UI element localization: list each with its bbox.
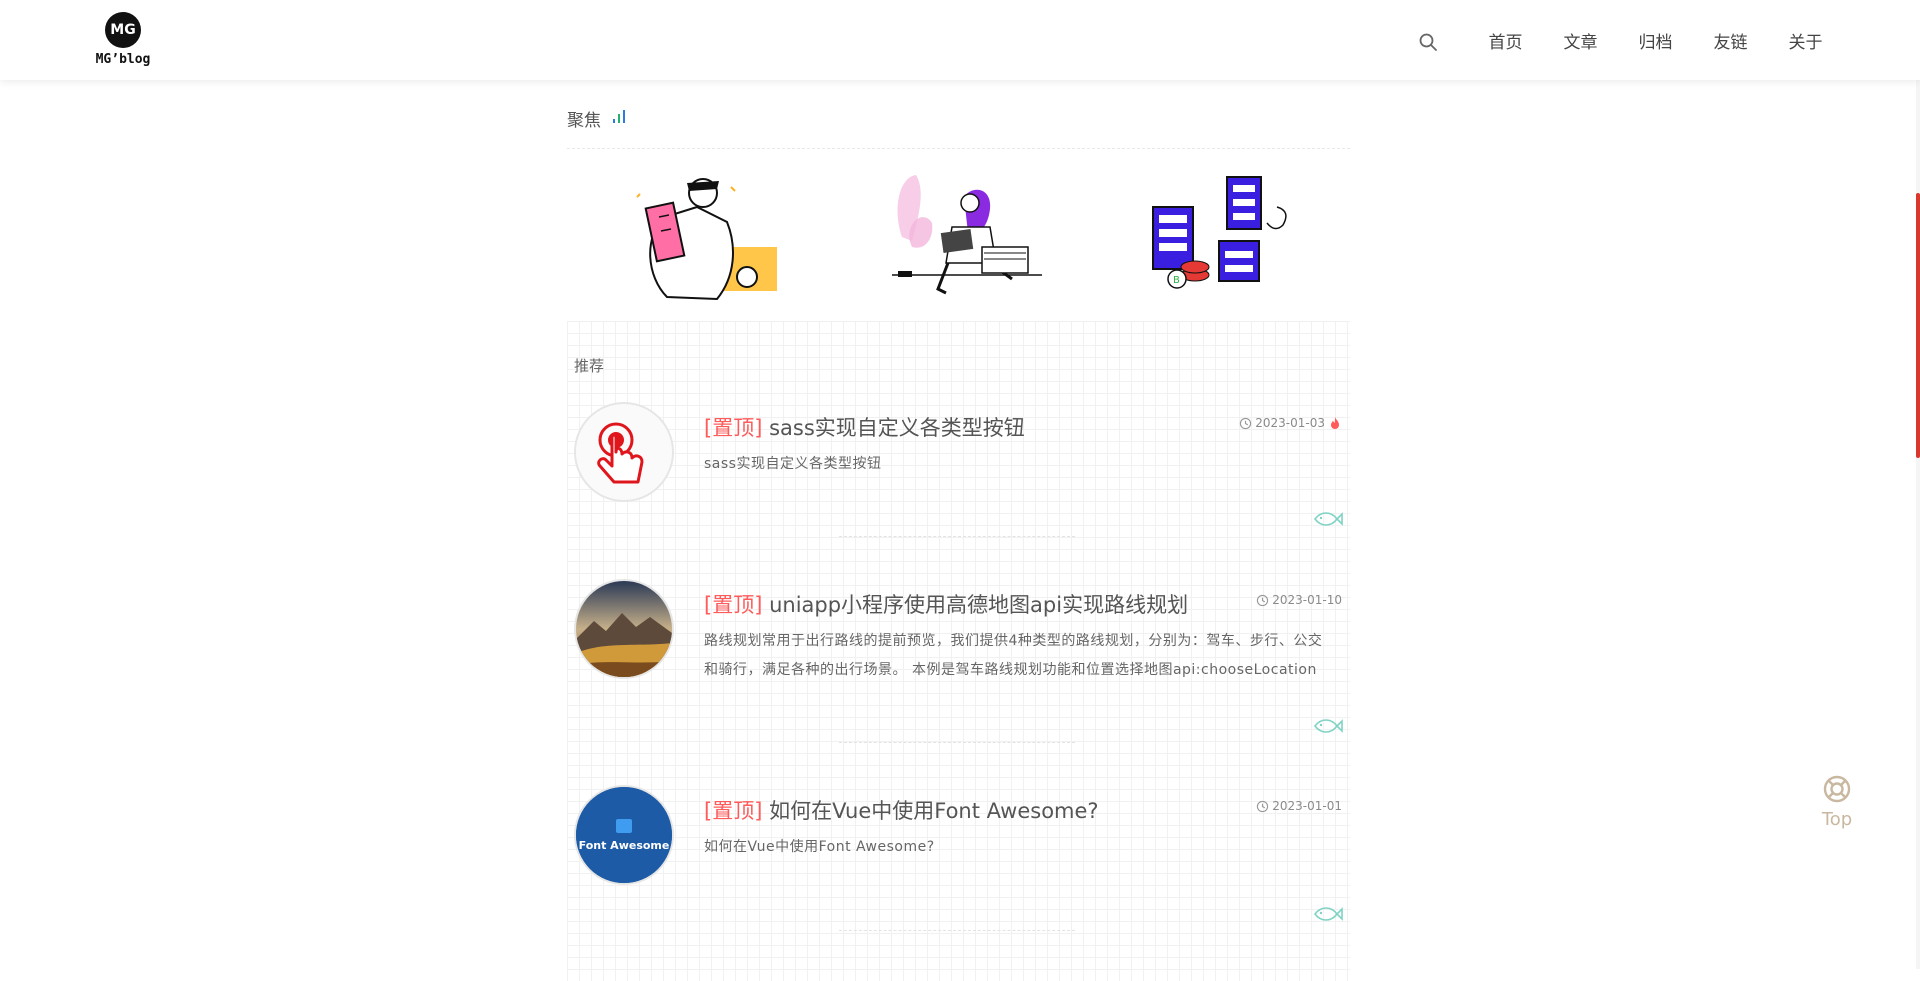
main-content: 聚焦 B 推荐 [置顶] sass实现自定义各类型按钮 2023-01-03 s… bbox=[567, 80, 1350, 981]
nav-home[interactable]: 首页 bbox=[1468, 28, 1543, 53]
nav-articles[interactable]: 文章 bbox=[1543, 28, 1618, 53]
post-divider bbox=[839, 536, 1075, 537]
nav-archive[interactable]: 归档 bbox=[1618, 28, 1693, 53]
nav-links[interactable]: 友链 bbox=[1693, 28, 1768, 53]
post-title: uniapp小程序使用高德地图api实现路线规划 bbox=[769, 593, 1189, 617]
search-icon[interactable] bbox=[1418, 32, 1438, 52]
back-to-top-label: Top bbox=[1821, 809, 1853, 830]
post-item[interactable]: [置顶] sass实现自定义各类型按钮 2023-01-03 sass实现自定义… bbox=[567, 402, 1350, 572]
woman-with-laptop-illustration[interactable] bbox=[872, 167, 1052, 307]
post-date-text: 2023-01-10 bbox=[1272, 593, 1342, 607]
focus-title: 聚焦 bbox=[567, 111, 601, 131]
focus-illustrations: B bbox=[567, 149, 1350, 321]
site-header: MG MG’blog 首页 文章 归档 友链 关于 bbox=[0, 0, 1920, 80]
reading-person-illustration[interactable] bbox=[607, 167, 787, 307]
post-item[interactable]: Font Awesome [置顶] 如何在Vue中使用Font Awesome?… bbox=[567, 785, 1350, 965]
post-divider bbox=[839, 742, 1075, 743]
bar-chart-icon bbox=[613, 110, 625, 123]
post-thumbnail[interactable]: Font Awesome bbox=[574, 785, 674, 885]
fish-icon[interactable] bbox=[1311, 717, 1343, 735]
post-date-text: 2023-01-01 bbox=[1272, 799, 1342, 813]
post-title-link[interactable]: [置顶] 如何在Vue中使用Font Awesome? bbox=[704, 795, 1099, 825]
svg-text:B: B bbox=[1173, 275, 1180, 286]
post-title-link[interactable]: [置顶] uniapp小程序使用高德地图api实现路线规划 bbox=[704, 589, 1188, 619]
post-date: 2023-01-03 bbox=[1239, 416, 1342, 430]
pointer-hand-icon bbox=[597, 422, 644, 484]
post-excerpt: 如何在Vue中使用Font Awesome? bbox=[704, 839, 935, 855]
focus-header: 聚焦 bbox=[567, 80, 1350, 149]
fish-icon[interactable] bbox=[1311, 905, 1343, 923]
logo-mark: MG bbox=[105, 12, 141, 48]
post-date: 2023-01-01 bbox=[1256, 799, 1342, 813]
post-title: 如何在Vue中使用Font Awesome? bbox=[769, 799, 1099, 823]
main-nav: 首页 文章 归档 友链 关于 bbox=[1468, 28, 1843, 53]
post-excerpt: sass实现自定义各类型按钮 bbox=[704, 456, 882, 472]
post-title-link[interactable]: [置顶] sass实现自定义各类型按钮 bbox=[704, 412, 1025, 442]
clock-icon bbox=[1257, 594, 1269, 606]
post-date-text: 2023-01-03 bbox=[1255, 416, 1325, 430]
back-to-top-button[interactable]: Top bbox=[1812, 774, 1862, 830]
nav-about[interactable]: 关于 bbox=[1768, 28, 1843, 53]
pinned-badge: [置顶] bbox=[704, 593, 763, 617]
post-item[interactable]: [置顶] uniapp小程序使用高德地图api实现路线规划 2023-01-10… bbox=[567, 579, 1350, 779]
fish-icon[interactable] bbox=[1311, 510, 1343, 528]
pinned-badge: [置顶] bbox=[704, 416, 763, 440]
font-awesome-text: Font Awesome bbox=[578, 839, 670, 852]
post-divider bbox=[839, 930, 1075, 931]
servers-illustration[interactable]: B bbox=[1137, 167, 1317, 307]
recommend-title: 推荐 bbox=[574, 357, 605, 375]
post-thumbnail[interactable] bbox=[574, 402, 674, 502]
clock-icon bbox=[1240, 417, 1252, 429]
logo-text: MG’blog bbox=[95, 52, 151, 67]
recommend-section: 推荐 [置顶] sass实现自定义各类型按钮 2023-01-03 sass实现… bbox=[567, 321, 1350, 981]
site-logo[interactable]: MG MG’blog bbox=[88, 12, 158, 72]
landscape-photo bbox=[576, 581, 672, 677]
post-date: 2023-01-10 bbox=[1256, 593, 1342, 607]
post-title: sass实现自定义各类型按钮 bbox=[769, 416, 1025, 440]
post-thumbnail[interactable] bbox=[574, 579, 674, 679]
scrollbar-thumb[interactable] bbox=[1916, 193, 1920, 458]
clock-icon bbox=[1257, 800, 1269, 812]
font-awesome-logo: Font Awesome bbox=[576, 787, 672, 883]
post-excerpt: 路线规划常用于出行路线的提前预览，我们提供4种类型的路线规划，分别为：驾车、步行… bbox=[704, 633, 1323, 678]
pinned-badge: [置顶] bbox=[704, 799, 763, 823]
lifebuoy-icon bbox=[1823, 775, 1851, 803]
fire-icon bbox=[1331, 417, 1339, 429]
